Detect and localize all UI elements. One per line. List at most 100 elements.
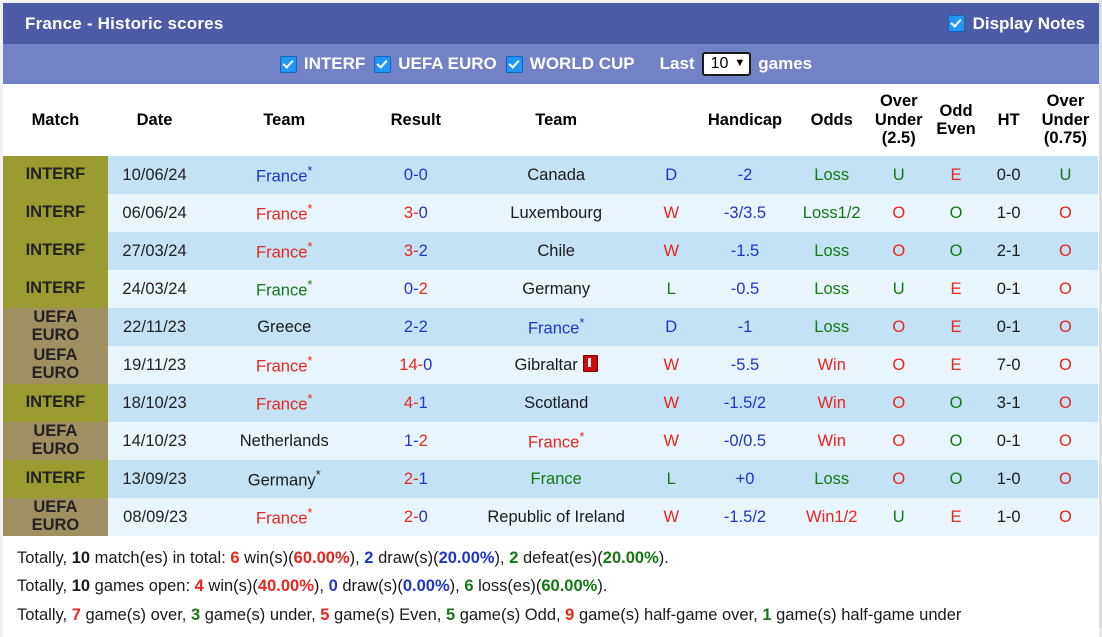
ou25-value: O — [892, 355, 906, 374]
home-team-name: Greece — [257, 317, 312, 336]
match-result: 3-2 — [365, 232, 466, 270]
col-odds[interactable]: Odds — [794, 84, 870, 156]
competition-badge[interactable]: INTERF — [1, 156, 108, 194]
score-home: 4 — [403, 393, 414, 412]
home-team[interactable]: France* — [202, 498, 366, 536]
table-row[interactable]: UEFA EURO 22/11/23 Greece 2-2 France* D -1 Loss O… — [1, 308, 1098, 346]
table-row[interactable]: INTERF 27/03/24 France* 3-2 Chile W -1.5 Loss O O… — [1, 232, 1098, 270]
table-row[interactable]: INTERF 18/10/23 France* 4-1 Scotland W -1.5/2 W… — [1, 384, 1098, 422]
over-under-25: O — [869, 308, 929, 346]
filter-uefa-euro[interactable]: UEFA EURO — [374, 54, 497, 74]
match-date: 24/03/24 — [107, 270, 203, 308]
home-advantage-star: * — [579, 429, 585, 445]
home-team[interactable]: France* — [202, 194, 366, 232]
competition-badge[interactable]: UEFA EURO — [1, 308, 108, 346]
competition-badge[interactable]: INTERF — [1, 232, 108, 270]
away-team[interactable]: France* — [465, 422, 647, 460]
odd-even: E — [928, 498, 984, 536]
wdl-value: W — [663, 507, 680, 526]
table-row[interactable]: UEFA EURO 19/11/23 France* 14-0 Gibraltar W -5.… — [1, 346, 1098, 384]
competition-badge[interactable]: UEFA EURO — [1, 498, 108, 536]
handicap-text: -0.5 — [730, 279, 760, 298]
home-advantage-star: * — [307, 353, 313, 369]
home-team[interactable]: France* — [202, 346, 366, 384]
table-row[interactable]: UEFA EURO 08/09/23 France* 2-0 Republic of Ir… — [1, 498, 1098, 536]
match-result: 0-0 — [365, 156, 466, 194]
summary-fragment: game(s) Odd, — [455, 605, 566, 624]
ou075-value: O — [1059, 279, 1072, 298]
half-time-score: 0-0 — [983, 156, 1034, 194]
summary-fragment: games open: — [90, 577, 195, 596]
odds-text: Win — [817, 355, 846, 374]
checkbox-checked-icon[interactable] — [947, 15, 965, 32]
away-team[interactable]: Germany — [465, 270, 647, 308]
summary-fragment: game(s) Even, — [329, 605, 446, 624]
table-row[interactable]: UEFA EURO 14/10/23 Netherlands 1-2 France* W -0… — [1, 422, 1098, 460]
odds-text: Loss — [814, 317, 850, 336]
competition-badge[interactable]: UEFA EURO — [1, 346, 108, 384]
home-team[interactable]: France* — [202, 156, 366, 194]
display-notes-toggle[interactable]: Display Notes — [947, 14, 1085, 34]
summary-fragment: 40.00% — [257, 577, 314, 596]
wdl-value: L — [666, 469, 676, 488]
table-row[interactable]: INTERF 10/06/24 France* 0-0 Canada D -2 Loss U E 0… — [1, 156, 1098, 194]
ou25-value: U — [892, 165, 905, 184]
competition-badge[interactable]: INTERF — [1, 194, 108, 232]
table-row[interactable]: INTERF 06/06/24 France* 3-0 Luxembourg W -3/3.… — [1, 194, 1098, 232]
table-row[interactable]: INTERF 24/03/24 France* 0-2 Germany L -0.5 Loss… — [1, 270, 1098, 308]
table-row[interactable]: INTERF 13/09/23 Germany* 2-1 France L +0 Loss O O… — [1, 460, 1098, 498]
col-over-under-25[interactable]: Over Under (2.5) — [869, 84, 929, 156]
home-team[interactable]: Germany* — [202, 460, 366, 498]
competition-badge[interactable]: UEFA EURO — [1, 422, 108, 460]
away-team-name: Scotland — [524, 393, 589, 412]
col-result[interactable]: Result — [365, 84, 466, 156]
checkbox-checked-icon[interactable] — [279, 55, 297, 73]
over-under-25: O — [869, 460, 929, 498]
away-team[interactable]: France* — [465, 308, 647, 346]
away-team[interactable]: Gibraltar — [465, 346, 647, 384]
away-team[interactable]: Canada — [465, 156, 647, 194]
col-over-under-075[interactable]: Over Under (0.75) — [1033, 84, 1098, 156]
competition-badge[interactable]: INTERF — [1, 460, 108, 498]
checkbox-checked-icon[interactable] — [374, 55, 392, 73]
away-team[interactable]: Luxembourg — [465, 194, 647, 232]
score-away: 2 — [418, 317, 428, 336]
col-handicap[interactable]: Handicap — [696, 84, 795, 156]
match-date: 19/11/23 — [107, 346, 203, 384]
games-count-select[interactable]: 10 ▼ — [701, 52, 752, 76]
home-team[interactable]: Netherlands — [202, 422, 366, 460]
away-team-name: Luxembourg — [510, 203, 603, 222]
col-match[interactable]: Match — [1, 84, 108, 156]
away-team[interactable]: Republic of Ireland — [465, 498, 647, 536]
match-date: 27/03/24 — [107, 232, 203, 270]
col-date[interactable]: Date — [107, 84, 203, 156]
ht-value: 0-1 — [996, 317, 1021, 336]
half-time-score: 0-1 — [983, 308, 1034, 346]
summary-fragment: 3 — [190, 605, 201, 624]
filter-interf[interactable]: INTERF — [279, 54, 365, 74]
home-team[interactable]: France* — [202, 270, 366, 308]
col-odd-even[interactable]: Odd Even — [928, 84, 984, 156]
away-team[interactable]: Scotland — [465, 384, 647, 422]
home-team-name: France — [256, 395, 308, 414]
home-team[interactable]: France* — [202, 384, 366, 422]
summary-fragment: 6 — [230, 549, 240, 567]
col-team-home[interactable]: Team — [202, 84, 366, 156]
col-oddeven-l2: Even — [936, 120, 976, 138]
ou075-value: O — [1059, 507, 1072, 526]
home-team[interactable]: France* — [202, 232, 366, 270]
competition-badge[interactable]: INTERF — [1, 270, 108, 308]
games-count-value: 10 — [710, 54, 729, 72]
filter-world-cup[interactable]: WORLD CUP — [505, 54, 635, 74]
col-team-away[interactable]: Team — [465, 84, 647, 156]
away-team[interactable]: France — [465, 460, 647, 498]
odds-result: Loss — [794, 156, 870, 194]
home-team[interactable]: Greece — [202, 308, 366, 346]
oddeven-value: O — [949, 203, 963, 222]
match-result: 2-1 — [365, 460, 466, 498]
ou25-value: O — [892, 203, 906, 222]
col-ht[interactable]: HT — [983, 84, 1034, 156]
competition-badge[interactable]: INTERF — [1, 384, 108, 422]
away-team[interactable]: Chile — [465, 232, 647, 270]
checkbox-checked-icon[interactable] — [505, 55, 523, 73]
